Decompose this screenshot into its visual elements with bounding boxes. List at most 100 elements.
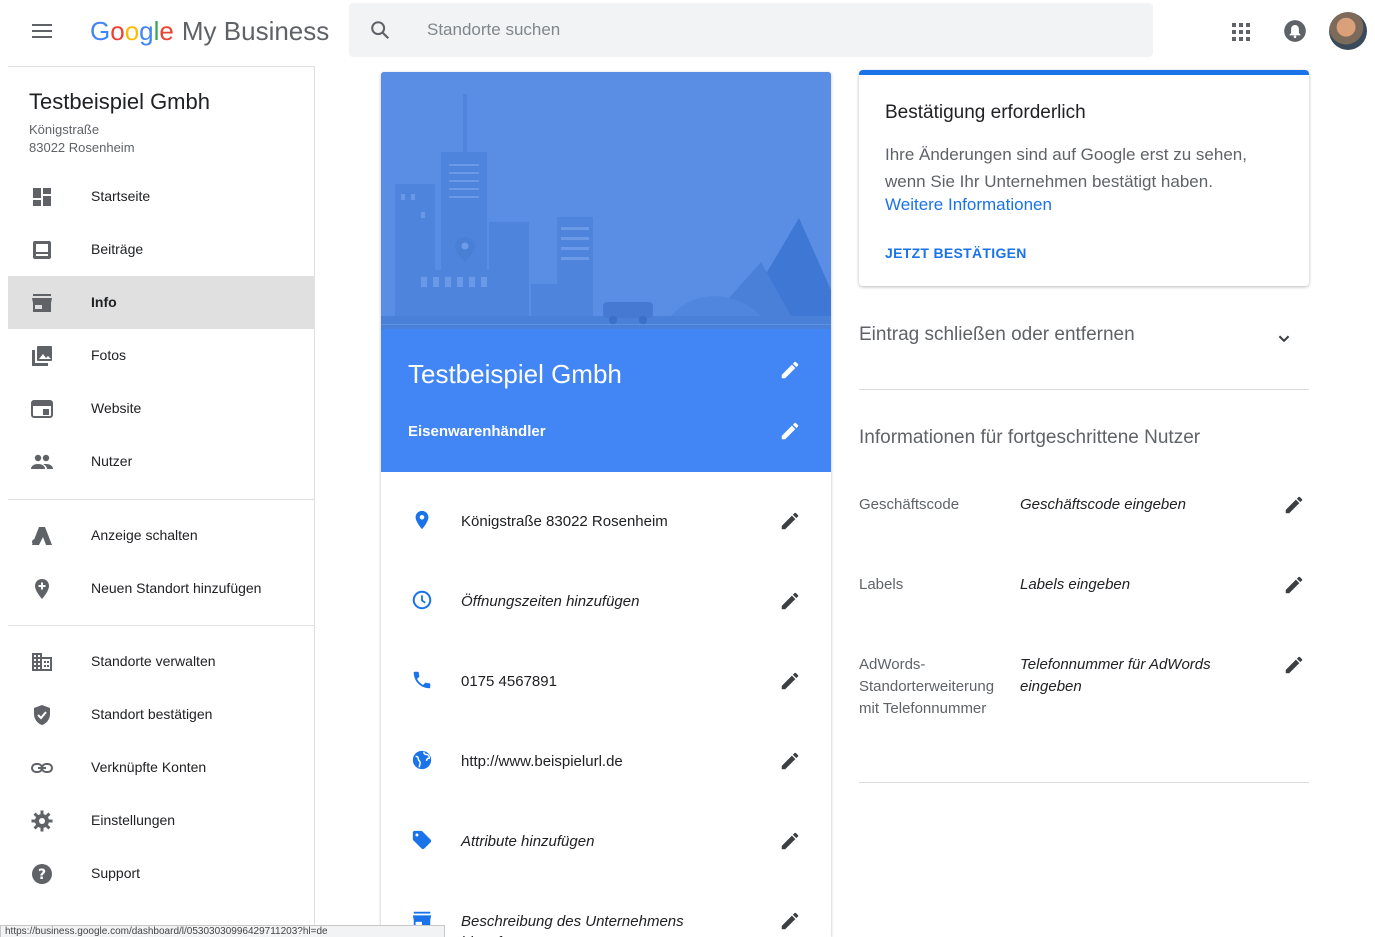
photos-icon (32, 346, 52, 366)
browser-status-url: https://business.google.com/dashboard/l/… (0, 925, 445, 937)
close-listing-section[interactable]: Eintrag schließen oder entfernen (859, 320, 1309, 390)
attributes-row[interactable]: Attribute hinzufügen (381, 801, 831, 881)
sidebar-item-einstellungen[interactable]: Einstellungen (8, 794, 314, 847)
sidebar: Testbeispiel Gmbh Königstraße 83022 Rose… (8, 66, 315, 937)
sidebar-divider (8, 625, 314, 626)
notifications-icon[interactable] (1282, 18, 1308, 44)
sidebar-item-fotos[interactable]: Fotos (8, 329, 314, 382)
advanced-info-title: Informationen für fortgeschrittene Nutze… (859, 427, 1201, 448)
website-row[interactable]: http://www.beispielurl.de (381, 721, 831, 801)
sidebar-item-label: Info (91, 294, 117, 310)
opening-hours-text: Öffnungszeiten hinzufügen (461, 593, 640, 610)
sidebar-item-info[interactable]: Info (8, 276, 314, 329)
more-info-link[interactable]: Weitere Informationen (885, 195, 1052, 215)
edit-phone-icon[interactable] (779, 670, 801, 692)
attributes-text: Attribute hinzufügen (461, 833, 595, 850)
business-category: Eisenwarenhändler (408, 423, 546, 440)
sidebar-item-label: Standort bestätigen (91, 706, 213, 722)
search-input[interactable] (427, 15, 1127, 45)
edit-attributes-icon[interactable] (779, 830, 801, 852)
edit-adwords-phone-icon[interactable] (1283, 654, 1305, 676)
address-text: Königstraße 83022 Rosenheim (461, 513, 668, 530)
edit-opening-hours-icon[interactable] (779, 590, 801, 612)
tag-icon (412, 830, 432, 850)
sidebar-business-name: Testbeispiel Gmbh (29, 89, 210, 114)
edit-category-icon[interactable] (779, 420, 801, 442)
verification-card: Bestätigung erforderlich Ihre Änderungen… (859, 70, 1309, 286)
cover-illustration (381, 72, 831, 329)
sidebar-item-label: Anzeige schalten (91, 527, 198, 543)
storefront-icon (32, 294, 52, 312)
store-code-value[interactable]: Geschäftscode eingeben (1020, 494, 1260, 516)
menu-icon[interactable] (30, 20, 54, 44)
sidebar-item-label: Fotos (91, 347, 127, 363)
edit-store-code-icon[interactable] (1283, 494, 1305, 516)
sidebar-item-website[interactable]: Website (8, 382, 314, 435)
sidebar-item-standorte-verwalten[interactable]: Standorte verwalten (8, 635, 314, 688)
opening-hours-row[interactable]: Öffnungszeiten hinzufügen (381, 561, 831, 641)
sidebar-item-neuen-standort[interactable]: Neuen Standort hinzufügen (8, 562, 314, 615)
sidebar-item-verknuepfte-konten[interactable]: Verknüpfte Konten (8, 741, 314, 794)
labels-value[interactable]: Labels eingeben (1020, 574, 1260, 596)
help-icon: ? (32, 864, 52, 884)
edit-address-icon[interactable] (779, 510, 801, 532)
edit-description-icon[interactable] (779, 910, 801, 932)
sidebar-item-label: Nutzer (91, 453, 133, 469)
apps-grid-icon[interactable] (1229, 20, 1253, 44)
sidebar-item-standort-bestaetigen[interactable]: Standort bestätigen (8, 688, 314, 741)
description-text: Beschreibung des Unternehmens hinzufügen (461, 913, 684, 937)
description-row[interactable]: Beschreibung des Unternehmens hinzufügen (381, 881, 831, 937)
sidebar-item-label: Einstellungen (91, 812, 176, 828)
close-listing-title: Eintrag schließen oder entfernen (859, 324, 1135, 345)
sidebar-item-support[interactable]: ? Support (8, 847, 314, 900)
google-my-business-logo[interactable]: Google My Business (90, 14, 329, 48)
sidebar-item-label: Beiträge (91, 241, 144, 257)
verification-body: Ihre Änderungen sind auf Google erst zu … (885, 145, 1247, 191)
phone-icon (413, 671, 431, 689)
edit-website-icon[interactable] (779, 750, 801, 772)
address-row[interactable]: Königstraße 83022 Rosenheim (381, 481, 831, 561)
phone-row[interactable]: 0175 4567891 (381, 641, 831, 721)
search-icon (371, 21, 390, 40)
website-text: http://www.beispielurl.de (461, 753, 623, 770)
phone-text: 0175 4567891 (461, 673, 557, 690)
business-title-band: Testbeispiel Gmbh Eisenwarenhändler (381, 329, 831, 472)
search-bar[interactable] (349, 3, 1153, 57)
sidebar-item-label: Website (91, 400, 142, 416)
sidebar-address-street: Königstraße (29, 122, 100, 137)
labels-label: Labels (859, 576, 904, 593)
sidebar-divider (8, 499, 314, 500)
sidebar-address-city: 83022 Rosenheim (29, 140, 135, 155)
users-icon (31, 454, 53, 469)
gear-icon (31, 810, 53, 832)
advanced-divider (859, 782, 1309, 783)
globe-icon (412, 750, 432, 770)
sidebar-item-label: Verknüpfte Konten (91, 759, 207, 775)
chevron-down-icon[interactable] (1273, 328, 1295, 350)
website-icon (31, 400, 53, 418)
store-code-label: Geschäftscode (859, 496, 960, 513)
adwords-phone-value[interactable]: Telefonnummer für AdWords eingeben (1020, 654, 1260, 698)
shield-check-icon (34, 705, 50, 725)
sidebar-item-label: Standorte verwalten (91, 653, 216, 669)
sidebar-item-beitraege[interactable]: Beiträge (8, 223, 314, 276)
verification-title: Bestätigung erforderlich (885, 102, 1086, 123)
building-icon (32, 653, 52, 671)
edit-name-icon[interactable] (779, 359, 801, 381)
verify-now-button[interactable]: JETZT BESTÄTIGEN (885, 245, 1027, 261)
link-icon (31, 763, 53, 773)
sidebar-item-startseite[interactable]: Startseite (8, 170, 314, 223)
top-app-bar: Google My Business (0, 0, 1375, 64)
sidebar-item-anzeige-schalten[interactable]: Anzeige schalten (8, 509, 314, 562)
sidebar-item-label: Startseite (91, 188, 151, 204)
dashboard-icon (33, 188, 51, 206)
adwords-icon (32, 527, 52, 545)
adwords-phone-label: AdWords-Standorterweiterung mit Telefonn… (859, 656, 995, 717)
posts-icon (33, 241, 51, 259)
business-name: Testbeispiel Gmbh (408, 359, 622, 389)
clock-icon (412, 590, 432, 610)
edit-labels-icon[interactable] (1283, 574, 1305, 596)
sidebar-item-nutzer[interactable]: Nutzer (8, 435, 314, 488)
sidebar-item-label: Neuen Standort hinzufügen (91, 580, 262, 596)
avatar[interactable] (1329, 12, 1367, 50)
